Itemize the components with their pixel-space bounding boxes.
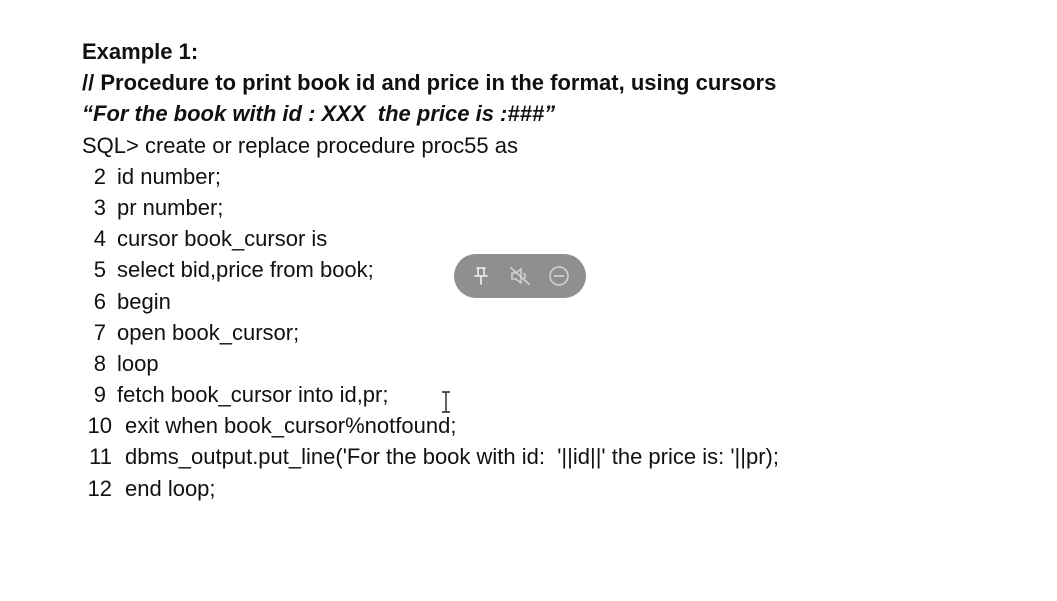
procedure-comment: // Procedure to print book id and price … (82, 70, 777, 96)
code-text: fetch book_cursor into id,pr; (117, 382, 389, 408)
line-number: 10 (87, 413, 112, 439)
output-format: “For the book with id : XXX the price is… (82, 101, 556, 127)
code-line-8: 8 loop (82, 348, 1022, 379)
mute-icon (510, 267, 530, 285)
code-text: cursor book_cursor is (117, 226, 328, 252)
slide: Example 1: // Procedure to print book id… (0, 0, 1057, 601)
code-line-4: 4 cursor book_cursor is (82, 223, 1022, 254)
code-line-11: 11 dbms_output.put_line('For the book wit… (82, 441, 1022, 472)
line-number: 7 (93, 319, 106, 345)
line-number: 12 (87, 475, 112, 501)
code-text: begin (117, 288, 171, 314)
mute-button[interactable] (505, 261, 535, 291)
line-number: 2 (93, 163, 106, 189)
code-line-2: 2 id number; (82, 161, 1022, 192)
line-number: 6 (93, 288, 106, 314)
code-line-10: 10 exit when book_cursor%notfound; (82, 410, 1022, 441)
floating-media-toolbar (454, 254, 586, 298)
line-number: 3 (93, 194, 106, 220)
line-number: 11 (89, 444, 112, 470)
code-text: id number; (117, 163, 221, 189)
line-number: 9 (93, 382, 106, 408)
minimize-icon (548, 266, 569, 286)
code-text: open book_cursor; (117, 319, 300, 345)
code-text: end loop; (125, 475, 216, 501)
code-text: dbms_output.put_line('For the book with … (125, 444, 779, 470)
code-text: loop (117, 350, 159, 376)
pin-icon (474, 267, 489, 285)
code-line-12: 12 end loop; (82, 473, 1022, 504)
code-text: exit when book_cursor%notfound; (125, 413, 457, 439)
code-text: select bid,price from book; (117, 257, 374, 283)
code-line-3: 3 pr number; (82, 192, 1022, 223)
line-number: 8 (93, 350, 106, 376)
line-number: 4 (93, 226, 106, 252)
code-text: pr number; (117, 194, 224, 220)
text-cursor-icon (442, 391, 450, 413)
code-line-9: 9 fetch book_cursor into id,pr; (82, 379, 1022, 410)
sql-prompt-line: SQL> create or replace procedure proc55 … (82, 132, 518, 158)
minimize-button[interactable] (544, 261, 574, 291)
code-line-7: 7 open book_cursor; (82, 317, 1022, 348)
line-number: 5 (93, 257, 106, 283)
pin-button[interactable] (466, 261, 496, 291)
example-heading: Example 1: (82, 39, 199, 64)
